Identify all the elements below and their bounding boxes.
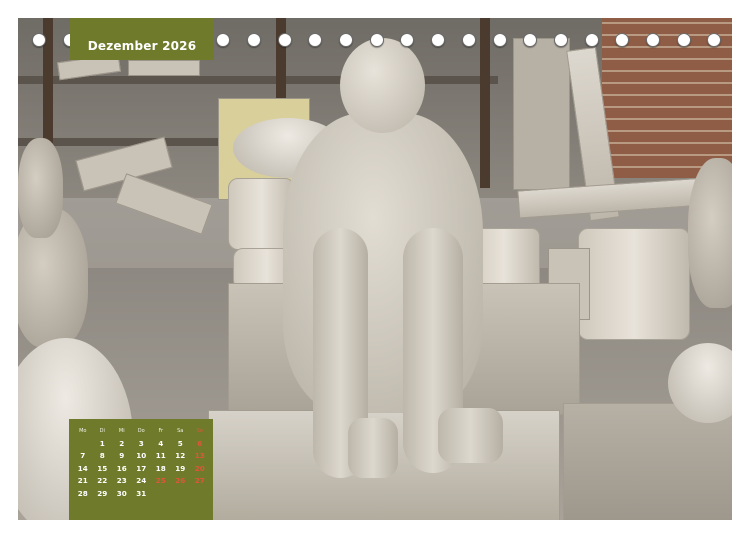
binding-ring [492,33,507,47]
weekday-header: Di [99,428,105,434]
weekday-header: Do [137,428,145,434]
calendar-day: 7 [80,451,86,461]
calendar-day: 10 [136,451,147,461]
binding-ring [369,33,384,47]
calendar-day: 3 [138,438,144,448]
calendar-day: 12 [175,451,186,461]
calendar-sheet: Dezember 2026 Mo Di Mi Do Fr Sa So 1 2 3 4 5 6 7 8 9 10 1… [0,0,750,539]
weekday-header: Fr [158,428,164,434]
calendar-day: 31 [136,488,147,498]
calendar-day: 27 [194,476,205,486]
calendar-day: 19 [175,463,186,473]
binding-ring [523,33,538,47]
calendar-day: 21 [77,476,88,486]
calendar-day: 30 [116,488,127,498]
calendar-day: 22 [97,476,108,486]
binding-ring [553,33,568,47]
binding-ring [216,33,231,47]
calendar-day: 9 [119,451,125,461]
binding-ring [615,33,630,47]
calendar-day [171,488,191,501]
calendar-day: 25 [155,476,166,486]
weekday-header: Mi [118,428,125,434]
binding-ring [584,33,599,47]
calendar-day: 8 [99,451,105,461]
calendar-day: 1 [99,438,105,448]
binding-ring [246,33,261,47]
binding-ring [676,33,691,47]
binding-ring [308,33,323,47]
binding-ring [707,33,722,47]
month-title-box: Dezember 2026 [70,18,214,60]
calendar-day: 16 [116,463,127,473]
month-title: Dezember 2026 [87,39,197,53]
calendar-day: 17 [136,463,147,473]
binding-ring [646,33,660,47]
binding-ring [277,33,292,47]
calendar-day [73,438,93,451]
month-calendar-grid: Mo Di Mi Do Fr Sa So 1 2 3 4 5 6 7 8 9 10 11 12 13 14 15 16 17 1… [73,425,210,501]
calendar-day: 23 [116,476,127,486]
weekday-header: Mo [79,428,87,434]
calendar-day [151,488,171,501]
binding-ring [431,33,446,47]
calendar-day: 28 [77,488,88,498]
calendar-day: 14 [77,463,88,473]
calendar-day: 26 [175,476,186,486]
binding-ring [461,33,476,47]
calendar-day: 18 [155,463,166,473]
weekday-header: So [196,428,203,434]
calendar-day: 11 [155,451,166,461]
binding-ring [400,33,415,47]
month-calendar-box: Mo Di Mi Do Fr Sa So 1 2 3 4 5 6 7 8 9 10 11 12 13 14 15 16 17 1… [69,419,213,520]
calendar-day: 24 [136,476,147,486]
calendar-day: 20 [194,463,205,473]
calendar-day: 29 [97,488,108,498]
calendar-day: 4 [158,438,164,448]
calendar-day: 2 [119,438,125,448]
calendar-day: 6 [197,438,203,448]
weekday-header: Sa [177,428,184,434]
calendar-day: 15 [97,463,108,473]
binding-ring [32,33,46,47]
calendar-day [190,488,210,501]
calendar-day: 5 [177,438,183,448]
binding-ring [339,33,353,47]
calendar-day: 13 [194,451,205,461]
